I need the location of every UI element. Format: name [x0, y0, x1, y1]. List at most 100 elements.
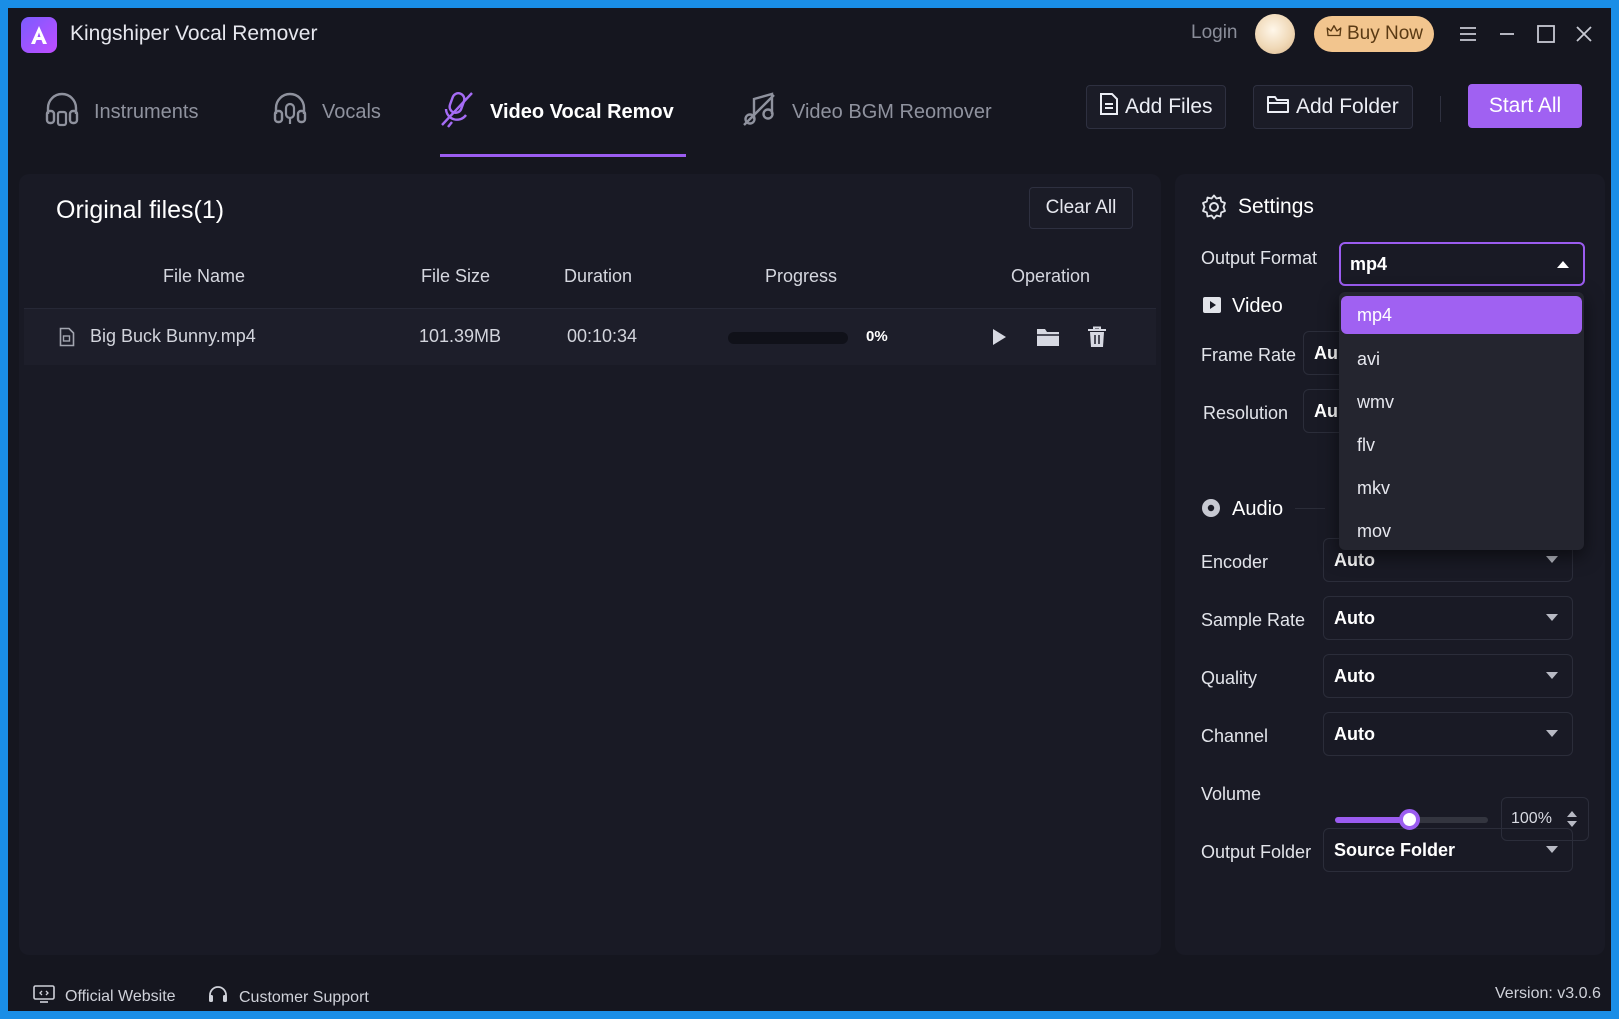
official-website-label: Official Website	[65, 987, 176, 1005]
format-option-mp4[interactable]: mp4	[1341, 296, 1582, 334]
encoder-label: Encoder	[1201, 552, 1269, 572]
start-all-button[interactable]: Start All	[1468, 84, 1582, 128]
video-file-icon	[59, 327, 75, 352]
column-header-file-name: File Name	[163, 266, 246, 286]
chevron-down-icon	[1546, 730, 1558, 737]
customer-support-label: Customer Support	[239, 988, 369, 1006]
output-format-select[interactable]: mp4	[1339, 242, 1585, 286]
mic-off-icon	[438, 89, 476, 135]
output-format-value: mp4	[1350, 253, 1388, 274]
headset-mic-icon	[272, 90, 308, 134]
volume-label: Volume	[1201, 784, 1262, 804]
app-window: Kingshiper Vocal Remover Login Buy Now I…	[8, 8, 1611, 1011]
play-icon[interactable]	[987, 325, 1011, 349]
app-title: Kingshiper Vocal Remover	[70, 22, 318, 45]
column-header-progress: Progress	[765, 266, 838, 286]
tab-video-bgm-remover[interactable]: Video BGM Reomover	[740, 88, 992, 136]
output-format-dropdown: mp4 avi wmv flv mkv mov	[1339, 292, 1584, 550]
chevron-down-icon	[1546, 672, 1558, 679]
close-icon[interactable]	[1570, 20, 1598, 48]
quality-value: Auto	[1334, 665, 1375, 686]
channel-label: Channel	[1201, 726, 1269, 746]
files-panel-title: Original files(1)	[56, 196, 225, 224]
stepper-icon[interactable]	[1566, 808, 1578, 835]
buy-now-label: Buy Now	[1346, 23, 1424, 44]
maximize-icon[interactable]	[1532, 20, 1560, 48]
audio-icon	[1201, 498, 1221, 523]
toolbar-divider	[1440, 96, 1441, 122]
file-duration: 00:10:34	[567, 326, 638, 346]
volume-input[interactable]: 100%	[1501, 797, 1589, 841]
gear-icon	[1201, 194, 1227, 225]
resolution-label: Resolution	[1203, 403, 1289, 423]
format-option-flv[interactable]: flv	[1341, 424, 1582, 467]
progress-percent: 0%	[866, 328, 888, 345]
buy-now-button[interactable]: Buy Now	[1314, 16, 1434, 52]
add-files-button[interactable]: Add Files	[1086, 85, 1226, 129]
avatar[interactable]	[1255, 14, 1295, 54]
audio-section-title: Audio	[1232, 498, 1284, 520]
format-option-wmv[interactable]: wmv	[1341, 381, 1582, 424]
audio-section-divider	[1295, 508, 1325, 509]
format-option-avi[interactable]: avi	[1341, 338, 1582, 381]
tab-instruments[interactable]: Instruments	[44, 88, 198, 136]
chevron-down-icon	[1546, 846, 1558, 853]
frame-rate-value: Au	[1314, 342, 1338, 363]
sample-rate-value: Auto	[1334, 607, 1375, 628]
table-row[interactable]: Big Buck Bunny.mp4 101.39MB 00:10:34 0%	[24, 309, 1156, 365]
progress-bar	[728, 332, 848, 344]
format-option-mov[interactable]: mov	[1341, 510, 1582, 553]
add-folder-label: Add Folder	[1296, 95, 1399, 118]
tab-video-vocal-remover[interactable]: Video Vocal Remov	[438, 88, 674, 136]
title-bar: Kingshiper Vocal Remover Login Buy Now	[8, 8, 1611, 60]
chevron-down-icon	[1546, 556, 1558, 563]
channel-select[interactable]: Auto	[1323, 712, 1573, 756]
column-header-operation: Operation	[1011, 266, 1091, 286]
volume-slider-handle[interactable]	[1399, 809, 1420, 830]
quality-label: Quality	[1201, 668, 1258, 688]
sample-rate-label: Sample Rate	[1201, 610, 1306, 630]
video-section-title: Video	[1232, 295, 1283, 317]
column-header-file-size: File Size	[421, 266, 491, 286]
tab-vocals[interactable]: Vocals	[272, 88, 381, 136]
login-link[interactable]: Login	[1191, 22, 1238, 44]
tab-label: Instruments	[94, 100, 199, 123]
clear-all-button[interactable]: Clear All	[1029, 187, 1133, 229]
headphones-icon	[44, 90, 80, 134]
tab-label: Video Vocal Remov	[490, 100, 674, 123]
format-option-mkv[interactable]: mkv	[1341, 467, 1582, 510]
minimize-icon[interactable]	[1493, 20, 1521, 48]
quality-select[interactable]: Auto	[1323, 654, 1573, 698]
add-files-label: Add Files	[1125, 95, 1213, 118]
output-folder-label: Output Folder	[1201, 842, 1312, 862]
channel-value: Auto	[1334, 723, 1375, 744]
active-tab-indicator	[440, 154, 686, 157]
tab-label: Vocals	[322, 100, 381, 123]
folder-icon	[1266, 94, 1290, 120]
video-icon	[1202, 296, 1222, 319]
add-folder-button[interactable]: Add Folder	[1253, 85, 1413, 129]
settings-title: Settings	[1238, 195, 1314, 218]
music-off-icon	[740, 89, 778, 135]
output-format-label: Output Format	[1201, 248, 1318, 268]
customer-support-link[interactable]: Customer Support	[207, 985, 369, 1010]
output-folder-value: Source Folder	[1334, 839, 1456, 860]
file-icon	[1099, 92, 1119, 122]
column-header-duration: Duration	[564, 266, 633, 286]
resolution-value: Au	[1314, 400, 1338, 421]
file-size: 101.39MB	[419, 326, 502, 346]
chevron-down-icon	[1546, 614, 1558, 621]
headset-icon	[207, 985, 229, 1010]
files-panel: Original files(1) Clear All File Name Fi…	[19, 174, 1161, 955]
tab-label: Video BGM Reomover	[792, 100, 992, 123]
delete-icon[interactable]	[1085, 325, 1109, 349]
crown-icon	[1325, 22, 1343, 46]
open-folder-icon[interactable]	[1036, 325, 1060, 349]
app-logo-icon	[21, 17, 57, 53]
official-website-link[interactable]: Official Website	[33, 985, 176, 1008]
file-name: Big Buck Bunny.mp4	[90, 326, 256, 346]
sample-rate-select[interactable]: Auto	[1323, 596, 1573, 640]
volume-value: 100%	[1511, 810, 1552, 827]
menu-icon[interactable]	[1454, 20, 1482, 48]
monitor-icon	[33, 985, 55, 1008]
